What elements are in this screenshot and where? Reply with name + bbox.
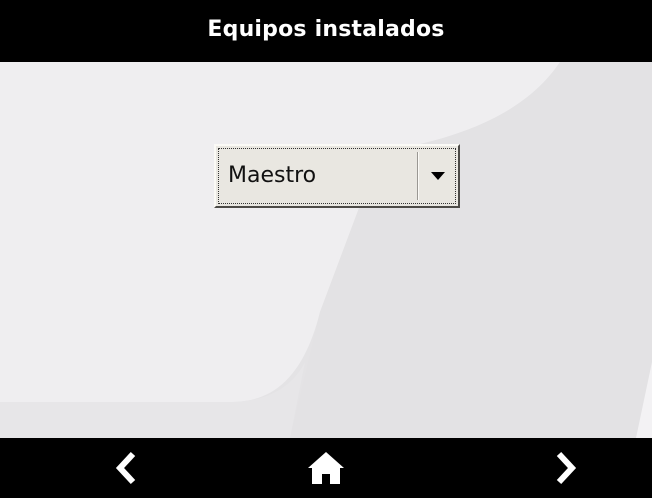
background-shapes — [0, 62, 652, 438]
device-select-dropdown[interactable]: Maestro — [214, 144, 460, 208]
chevron-right-icon — [556, 451, 577, 485]
home-button[interactable] — [286, 438, 366, 498]
dropdown-arrow-button[interactable] — [422, 146, 454, 206]
bottom-nav-bar — [0, 438, 652, 498]
content-area: Maestro — [0, 62, 652, 438]
chevron-left-icon — [115, 451, 136, 485]
home-icon — [308, 452, 344, 484]
dropdown-separator — [417, 152, 419, 200]
page-title: Equipos instalados — [207, 16, 445, 42]
screen: Equipos instalados Maestro — [0, 0, 652, 498]
back-button[interactable] — [86, 438, 166, 498]
next-button[interactable] — [526, 438, 606, 498]
dropdown-selected-value: Maestro — [228, 163, 317, 188]
title-bar: Equipos instalados — [0, 0, 652, 62]
triangle-down-icon — [431, 172, 445, 180]
